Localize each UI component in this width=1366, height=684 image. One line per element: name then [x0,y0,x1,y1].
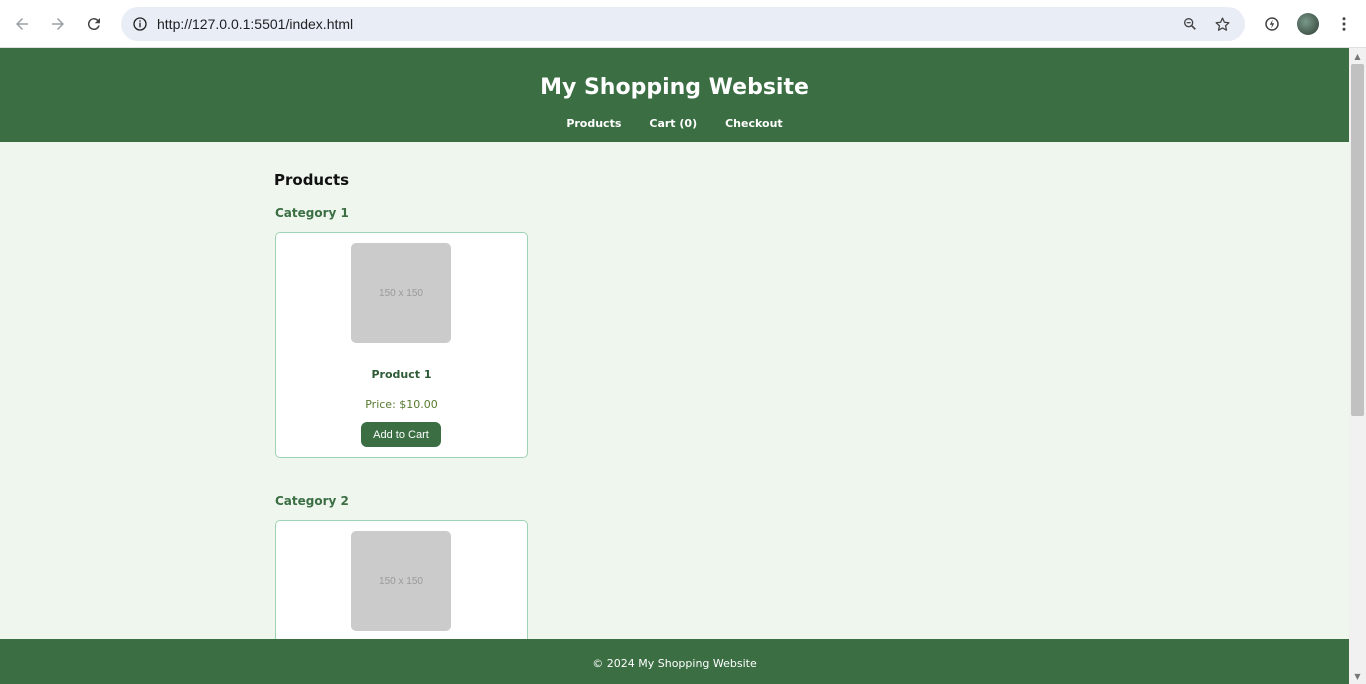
scroll-up-icon[interactable]: ▲ [1353,52,1362,61]
product-name: Product 1 [371,368,432,381]
zoom-icon[interactable] [1180,14,1200,34]
category-title: Category 2 [275,494,349,508]
site-nav: Products Cart (0) Checkout [0,117,1349,130]
footer-text: © 2024 My Shopping Website [592,657,757,670]
image-placeholder-text: 150 x 150 [379,575,423,587]
product-price: Price: $10.00 [365,398,438,411]
site-footer: © 2024 My Shopping Website [0,639,1349,684]
products-heading: Products [274,171,350,189]
avatar[interactable] [1297,13,1319,35]
scrollbar[interactable]: ▲ ▼ [1349,48,1366,684]
info-icon[interactable] [129,13,151,35]
nav-link-cart[interactable]: Cart (0) [649,117,697,130]
nav-link-checkout[interactable]: Checkout [725,117,783,130]
forward-icon[interactable] [46,12,70,36]
category-title: Category 1 [275,206,349,220]
nav-link-products[interactable]: Products [566,117,621,130]
page-viewport: My Shopping Website Products Cart (0) Ch… [0,48,1349,684]
image-placeholder-text: 150 x 150 [379,287,423,299]
extension-icon[interactable] [1260,12,1284,36]
scroll-down-icon[interactable]: ▼ [1353,672,1362,681]
add-to-cart-button[interactable]: Add to Cart [361,422,441,447]
site-header: My Shopping Website Products Cart (0) Ch… [0,48,1349,142]
product-card: 150 x 150 Product 1 Price: $10.00 Add to… [275,232,528,458]
address-bar[interactable]: http://127.0.0.1:5501/index.html [121,7,1245,41]
menu-icon[interactable] [1332,12,1356,36]
product-image: 150 x 150 [351,531,451,631]
back-icon[interactable] [10,12,34,36]
scrollbar-thumb[interactable] [1351,64,1364,416]
site-title: My Shopping Website [540,75,809,100]
star-icon[interactable] [1212,14,1232,34]
browser-toolbar: http://127.0.0.1:5501/index.html [0,0,1366,48]
url-text[interactable]: http://127.0.0.1:5501/index.html [157,16,353,32]
product-image: 150 x 150 [351,243,451,343]
reload-icon[interactable] [82,12,106,36]
